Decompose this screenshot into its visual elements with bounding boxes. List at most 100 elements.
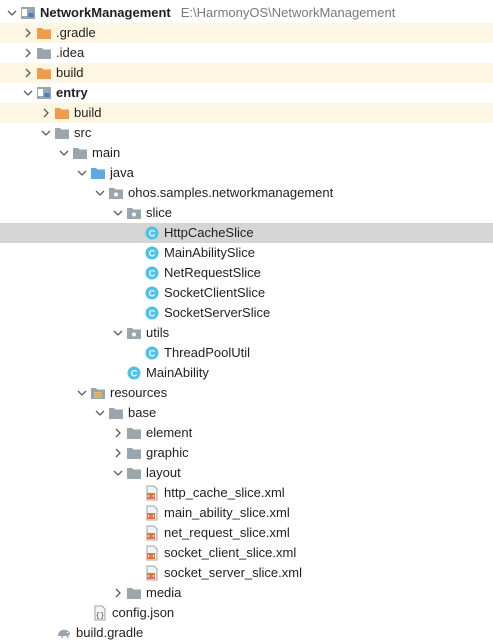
project-path: E:\HarmonyOS\NetworkManagement <box>180 5 396 20</box>
folder-icon <box>54 125 70 141</box>
xml-file-icon <box>144 505 160 521</box>
tree-row-utils-package[interactable]: utils <box>0 323 493 343</box>
tree-item-label: socket_client_slice.xml <box>164 545 297 560</box>
tree-row-layout-dir[interactable]: layout <box>0 463 493 483</box>
tree-row-http-cache-slice-xml[interactable]: http_cache_slice.xml <box>0 483 493 503</box>
gradle-elephant-icon <box>56 625 72 641</box>
chevron-right-icon[interactable] <box>20 43 36 63</box>
tree-row-threadpoolutil[interactable]: C ThreadPoolUtil <box>0 343 493 363</box>
svg-text:{}: {} <box>96 613 104 621</box>
tree-row-build-gradle[interactable]: build.gradle <box>0 623 493 643</box>
tree-row-media-dir[interactable]: media <box>0 583 493 603</box>
chevron-down-icon[interactable] <box>110 463 126 483</box>
tree-row-socketserverslice[interactable]: C SocketServerSlice <box>0 303 493 323</box>
tree-row-mainabilityslice[interactable]: C MainAbilitySlice <box>0 243 493 263</box>
tree-item-label: MainAbilitySlice <box>164 245 256 260</box>
project-tree: NetworkManagement E:\HarmonyOS\NetworkMa… <box>0 0 493 644</box>
folder-icon <box>36 45 52 61</box>
tree-row-socket-client-slice-xml[interactable]: socket_client_slice.xml <box>0 543 493 563</box>
tree-row-mainability[interactable]: C MainAbility <box>0 363 493 383</box>
chevron-down-icon[interactable] <box>74 383 90 403</box>
tree-row-project-root[interactable]: NetworkManagement E:\HarmonyOS\NetworkMa… <box>0 3 493 23</box>
tree-row-slice-package[interactable]: slice <box>0 203 493 223</box>
tree-row-java-dir[interactable]: java <box>0 163 493 183</box>
tree-row-entry-build-dir[interactable]: build <box>0 103 493 123</box>
svg-text:C: C <box>149 348 156 358</box>
chevron-down-icon[interactable] <box>110 323 126 343</box>
tree-item-label: ThreadPoolUtil <box>164 345 250 360</box>
class-icon: C <box>126 365 142 381</box>
tree-item-label: build <box>74 105 102 120</box>
chevron-down-icon[interactable] <box>20 83 36 103</box>
tree-item-label: graphic <box>146 445 189 460</box>
tree-item-label: config.json <box>112 605 175 620</box>
chevron-down-icon[interactable] <box>56 143 72 163</box>
tree-row-resources-dir[interactable]: resources <box>0 383 493 403</box>
tree-row-entry-module[interactable]: entry <box>0 83 493 103</box>
tree-item-label: HttpCacheSlice <box>164 225 254 240</box>
folder-orange-icon <box>36 65 52 81</box>
tree-row-netrequestslice[interactable]: C NetRequestSlice <box>0 263 493 283</box>
folder-icon <box>126 425 142 441</box>
folder-icon <box>126 465 142 481</box>
tree-row-src-dir[interactable]: src <box>0 123 493 143</box>
chevron-down-icon[interactable] <box>92 403 108 423</box>
tree-item-label: main <box>92 145 121 160</box>
tree-item-label: MainAbility <box>146 365 209 380</box>
class-icon: C <box>144 285 160 301</box>
chevron-right-icon[interactable] <box>110 583 126 603</box>
svg-text:C: C <box>149 228 156 238</box>
xml-file-icon <box>144 525 160 541</box>
tree-row-httpcacheslice[interactable]: C HttpCacheSlice <box>0 223 493 243</box>
tree-item-label: .idea <box>56 45 85 60</box>
tree-item-label: src <box>74 125 92 140</box>
tree-item-label: base <box>128 405 157 420</box>
xml-file-icon <box>144 485 160 501</box>
tree-item-label: build.gradle <box>76 625 144 640</box>
chevron-down-icon[interactable] <box>74 163 90 183</box>
tree-row-gradle-dir[interactable]: .gradle <box>0 23 493 43</box>
folder-icon <box>126 445 142 461</box>
tree-item-label: java <box>110 165 134 180</box>
chevron-right-icon[interactable] <box>20 23 36 43</box>
tree-row-net-request-slice-xml[interactable]: net_request_slice.xml <box>0 523 493 543</box>
tree-item-label: utils <box>146 325 170 340</box>
tree-row-main-ability-slice-xml[interactable]: main_ability_slice.xml <box>0 503 493 523</box>
folder-orange-icon <box>36 25 52 41</box>
tree-row-package-root[interactable]: ohos.samples.networkmanagement <box>0 183 493 203</box>
svg-text:C: C <box>149 268 156 278</box>
chevron-down-icon[interactable] <box>110 203 126 223</box>
folder-orange-icon <box>54 105 70 121</box>
chevron-right-icon[interactable] <box>110 423 126 443</box>
class-icon: C <box>144 245 160 261</box>
svg-text:C: C <box>131 368 138 378</box>
tree-item-label: element <box>146 425 193 440</box>
folder-icon <box>126 585 142 601</box>
chevron-right-icon[interactable] <box>38 103 54 123</box>
tree-item-label: media <box>146 585 182 600</box>
tree-row-idea-dir[interactable]: .idea <box>0 43 493 63</box>
tree-row-graphic-dir[interactable]: graphic <box>0 443 493 463</box>
chevron-down-icon[interactable] <box>4 3 20 23</box>
tree-item-label: SocketServerSlice <box>164 305 271 320</box>
tree-row-build-dir[interactable]: build <box>0 63 493 83</box>
tree-item-label: .gradle <box>56 25 96 40</box>
tree-row-base-dir[interactable]: base <box>0 403 493 423</box>
chevron-right-icon[interactable] <box>110 443 126 463</box>
tree-item-label: main_ability_slice.xml <box>164 505 290 520</box>
tree-row-element-dir[interactable]: element <box>0 423 493 443</box>
chevron-down-icon[interactable] <box>38 123 54 143</box>
tree-row-socket-server-slice-xml[interactable]: socket_server_slice.xml <box>0 563 493 583</box>
tree-row-socketclientslice[interactable]: C SocketClientSlice <box>0 283 493 303</box>
module-folder-icon <box>36 85 52 101</box>
class-icon: C <box>144 225 160 241</box>
tree-row-main-dir[interactable]: main <box>0 143 493 163</box>
tree-row-config-json[interactable]: {} config.json <box>0 603 493 623</box>
folder-blue-icon <box>90 165 106 181</box>
class-icon: C <box>144 345 160 361</box>
tree-item-label: ohos.samples.networkmanagement <box>128 185 334 200</box>
chevron-right-icon[interactable] <box>20 63 36 83</box>
svg-text:C: C <box>149 248 156 258</box>
chevron-down-icon[interactable] <box>92 183 108 203</box>
tree-item-label: socket_server_slice.xml <box>164 565 302 580</box>
